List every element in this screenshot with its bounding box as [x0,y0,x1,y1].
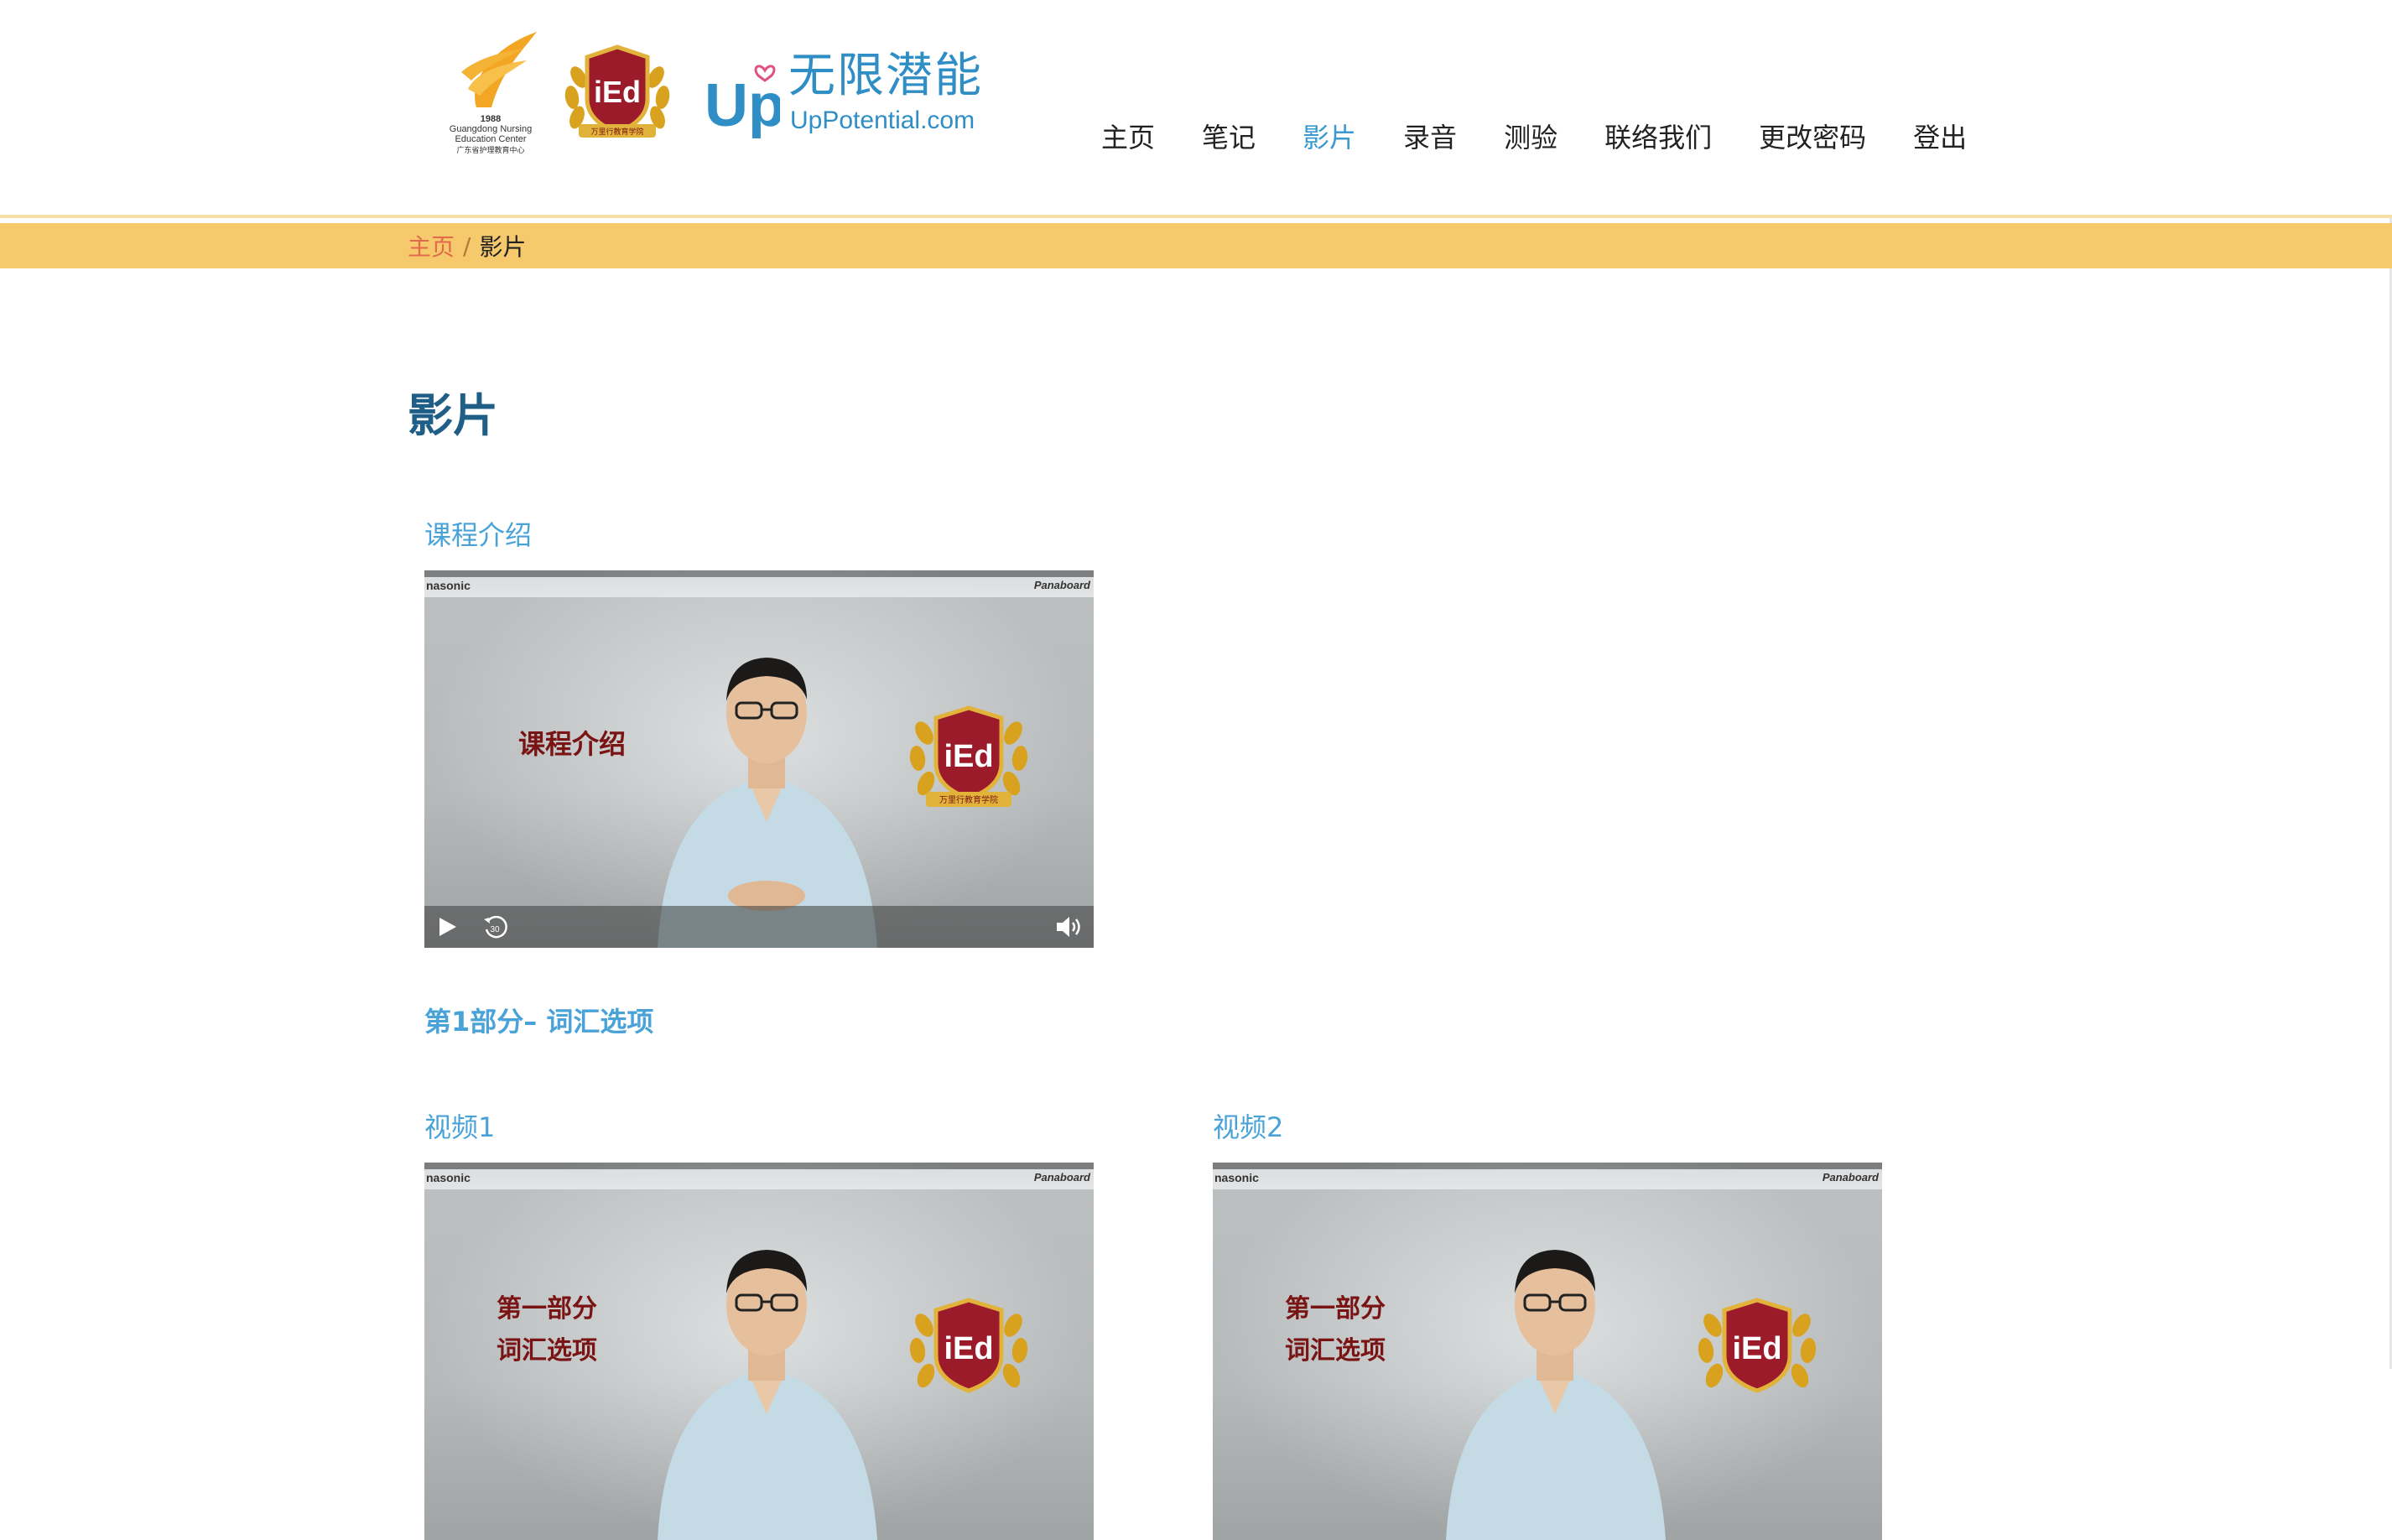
video-player-2[interactable]: nasonic Panaboard 第一部分 词汇选项 iEd [1213,1163,1882,1540]
presenter-image [1446,1250,1666,1540]
section-heading-part1: 第1部分– 词汇选项 [424,1006,654,1038]
presenter-image [658,658,877,948]
presenter-image [658,1250,877,1540]
up-name-en: UpPotential.com [790,107,975,134]
nav-item-logout[interactable]: 登出 [1913,114,1967,161]
video-overlay-line2: 词汇选项 [497,1336,597,1366]
nav-item-change-password[interactable]: 更改密码 [1759,114,1866,161]
replay-30-icon[interactable]: 30 [481,914,508,941]
main-nav: 主页 笔记 影片 录音 测验 联络我们 更改密码 登出 [1101,114,1967,161]
up-mark-icon: Up [705,65,780,139]
volume-icon[interactable] [1055,914,1084,939]
svg-text:iEd: iEd [944,1331,993,1366]
video-player-intro[interactable]: nasonic Panaboard 课程介绍 iEd 万里行教育学院 30 [424,570,1094,948]
play-icon[interactable] [434,914,460,939]
nav-item-notes[interactable]: 笔记 [1202,114,1256,161]
video-brand-right: Panaboard [1033,579,1090,591]
nav-item-home[interactable]: 主页 [1101,114,1155,161]
ied-seal-logo[interactable]: iEd 万里行教育学院 [560,40,674,149]
ied-seal-icon: iEd [1698,1298,1817,1393]
ied-seal-icon: iEd [909,1298,1028,1393]
video-player-1[interactable]: nasonic Panaboard 第一部分 词汇选项 iEd [424,1163,1094,1540]
svg-text:万里行教育学院: 万里行教育学院 [939,794,998,805]
video-overlay-title: 课程介绍 [518,728,627,760]
video-brand-right: Panaboard [1822,1171,1879,1184]
nav-item-contact[interactable]: 联络我们 [1604,114,1712,161]
video-brand-right: Panaboard [1033,1171,1090,1184]
video-brand-left: nasonic [426,1171,471,1184]
svg-text:Up: Up [705,72,780,139]
breadcrumb-bar: 主页 / 影片 [0,223,2392,268]
breadcrumb-current: 影片 [479,233,527,261]
svg-text:iEd: iEd [944,739,993,774]
breadcrumb-home-link[interactable]: 主页 [408,229,455,263]
header-divider [0,215,2392,218]
video-controls: 30 [424,906,1094,948]
video-1-title[interactable]: 视频1 [424,1109,495,1146]
ied-seal-icon: iEd 万里行教育学院 [909,705,1028,807]
svg-text:iEd: iEd [1732,1331,1781,1366]
video-intro-title[interactable]: 课程介绍 [424,517,532,554]
video-brand-left: nasonic [1214,1171,1259,1184]
nav-item-audio[interactable]: 录音 [1403,114,1457,161]
up-name-cn: 无限潜能 [788,49,983,103]
ied-logo-text: iEd [594,75,641,109]
video-2-title[interactable]: 视频2 [1213,1109,1283,1146]
gnec-name-cn: 广东省护理教育中心 [456,146,525,154]
gnec-name-line2: Education Center [455,134,527,144]
site-header: 1988 Guangdong Nursing Education Center … [0,0,2392,215]
gnec-name-line1: Guangdong Nursing [449,124,533,134]
gnec-year: 1988 [480,114,502,124]
video-overlay-line2: 词汇选项 [1285,1336,1386,1366]
breadcrumb: 主页 / 影片 [408,223,526,268]
video-overlay-line1: 第一部分 [1285,1294,1386,1324]
nav-item-quiz[interactable]: 测验 [1504,114,1557,161]
wing-logo-icon [461,32,537,107]
video-brand-left: nasonic [426,579,471,592]
breadcrumb-separator: / [463,232,471,260]
uppotential-logo[interactable]: Up 无限潜能 UpPotential.com [705,47,990,139]
video-overlay-line1: 第一部分 [497,1294,597,1324]
ied-logo-banner: 万里行教育学院 [590,127,643,137]
nav-item-videos[interactable]: 影片 [1303,114,1356,161]
page-title: 影片 [408,389,498,442]
svg-text:30: 30 [490,925,500,934]
gnec-logo[interactable]: 1988 Guangdong Nursing Education Center … [436,30,545,156]
